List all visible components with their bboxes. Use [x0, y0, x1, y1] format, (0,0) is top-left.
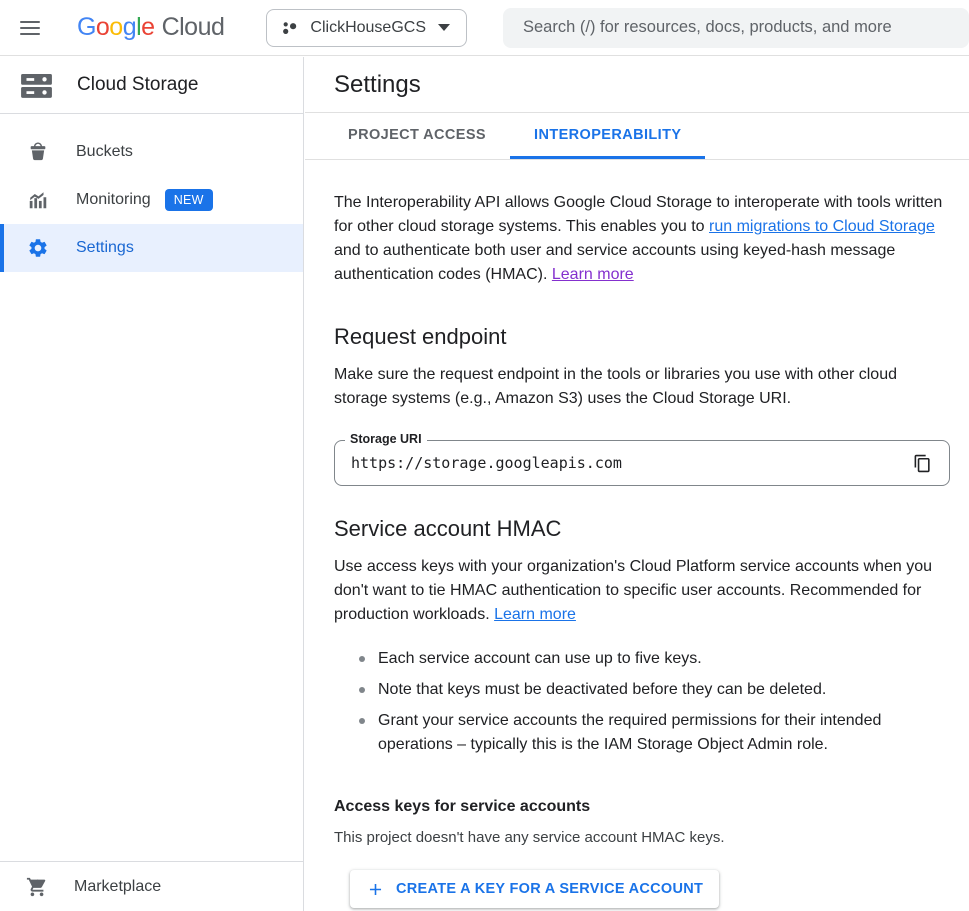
- sidebar-item-label: Marketplace: [74, 878, 161, 896]
- tab-project-access[interactable]: PROJECT ACCESS: [324, 113, 510, 159]
- copy-icon: [913, 454, 932, 473]
- monitoring-chart-icon: [26, 188, 50, 212]
- sidebar-item-marketplace[interactable]: Marketplace: [0, 861, 303, 911]
- create-key-button[interactable]: CREATE A KEY FOR A SERVICE ACCOUNT: [350, 870, 719, 908]
- copy-button[interactable]: [901, 442, 943, 484]
- create-key-button-label: CREATE A KEY FOR A SERVICE ACCOUNT: [396, 881, 703, 897]
- chevron-down-icon: [438, 24, 450, 31]
- sidebar-item-label: Settings: [76, 239, 134, 257]
- sidebar-item-label: Buckets: [76, 143, 133, 161]
- cloud-storage-product-icon: [18, 67, 55, 104]
- storage-uri-input[interactable]: [351, 454, 901, 472]
- request-endpoint-heading: Request endpoint: [334, 324, 949, 350]
- service-account-hmac-heading: Service account HMAC: [334, 516, 949, 542]
- run-migrations-link[interactable]: run migrations to Cloud Storage: [709, 218, 935, 235]
- google-logo-brand: Google: [77, 13, 155, 42]
- project-name: ClickHouseGCS: [310, 19, 426, 37]
- project-picker-icon: [281, 20, 298, 36]
- google-cloud-logo[interactable]: Google Cloud: [77, 13, 224, 42]
- bucket-icon: [26, 140, 50, 164]
- hmac-paragraph: Use access keys with your organization's…: [334, 555, 949, 627]
- menu-icon[interactable]: [12, 4, 49, 52]
- marketplace-cart-icon: [26, 876, 48, 898]
- sidebar-item-settings[interactable]: Settings: [0, 224, 303, 272]
- sidebar-item-label: Monitoring: [76, 191, 151, 209]
- gear-icon: [26, 236, 50, 260]
- sidebar-item-monitoring[interactable]: Monitoring NEW: [0, 176, 303, 224]
- tab-interoperability[interactable]: INTEROPERABILITY: [510, 113, 705, 159]
- list-item: Note that keys must be deactivated befor…: [348, 678, 948, 702]
- global-search[interactable]: [503, 8, 969, 48]
- search-input[interactable]: [523, 18, 949, 37]
- project-selector[interactable]: ClickHouseGCS: [266, 9, 467, 47]
- storage-uri-label: Storage URI: [345, 432, 427, 446]
- sidebar-product-title: Cloud Storage: [77, 74, 198, 96]
- list-item: Each service account can use up to five …: [348, 647, 948, 671]
- hmac-learn-more-link[interactable]: Learn more: [494, 606, 576, 623]
- plus-icon: [366, 880, 385, 899]
- hmac-bullet-list: Each service account can use up to five …: [348, 647, 948, 757]
- intro-paragraph: The Interoperability API allows Google C…: [334, 191, 949, 287]
- request-endpoint-text: Make sure the request endpoint in the to…: [334, 363, 949, 411]
- page-title: Settings: [334, 71, 421, 99]
- sidebar-item-buckets[interactable]: Buckets: [0, 128, 303, 176]
- access-keys-heading: Access keys for service accounts: [334, 798, 949, 816]
- access-keys-empty-text: This project doesn't have any service ac…: [334, 829, 949, 846]
- hmac-text: Use access keys with your organization's…: [334, 558, 932, 623]
- new-badge: NEW: [165, 189, 213, 211]
- storage-uri-field-wrap: Storage URI: [334, 440, 950, 486]
- list-item: Grant your service accounts the required…: [348, 709, 948, 757]
- top-app-bar: Google Cloud ClickHouseGCS: [0, 0, 969, 56]
- sidebar: Cloud Storage Buckets: [0, 57, 304, 911]
- sidebar-product-header: Cloud Storage: [0, 57, 303, 114]
- main-content: Settings PROJECT ACCESS INTEROPERABILITY…: [305, 57, 969, 911]
- intro-learn-more-link[interactable]: Learn more: [552, 266, 634, 283]
- logo-suffix: Cloud: [162, 13, 225, 42]
- settings-tabs: PROJECT ACCESS INTEROPERABILITY: [305, 113, 969, 160]
